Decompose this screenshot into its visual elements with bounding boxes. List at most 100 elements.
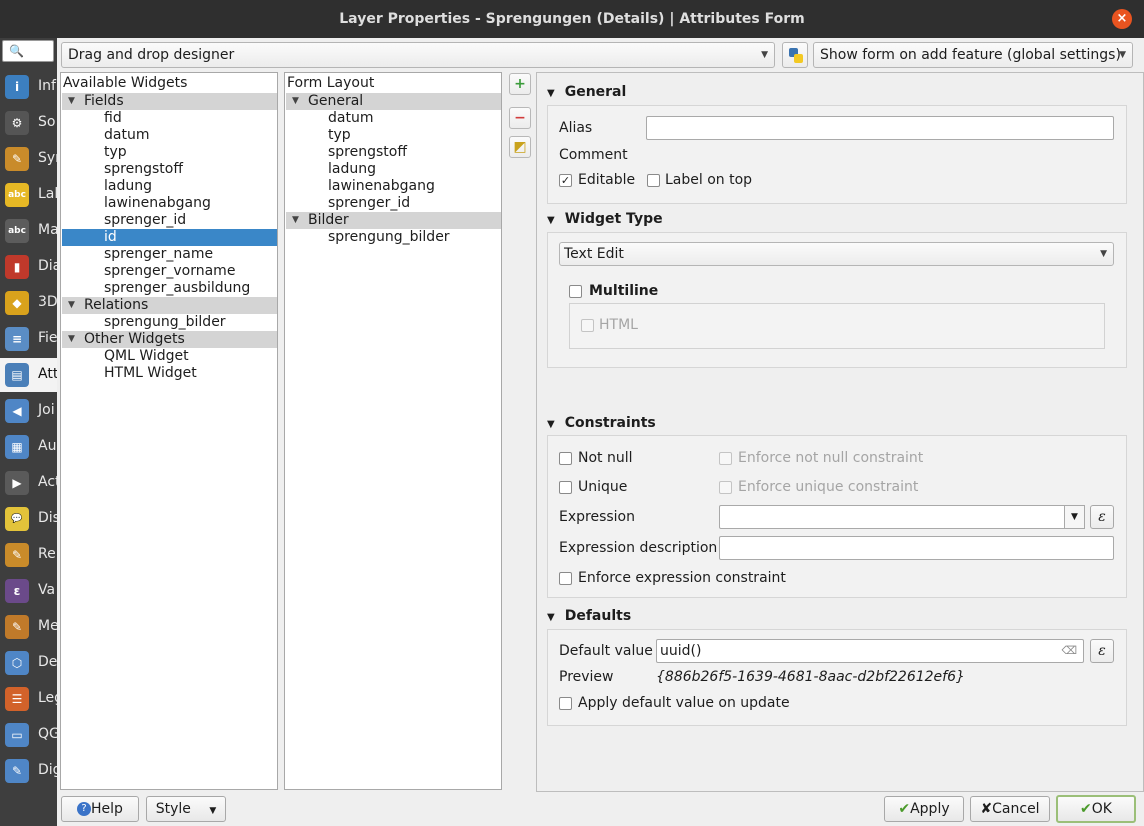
nav-label: Syr [38,150,57,166]
chevron-down-icon: ▼ [1119,50,1126,60]
tree-item[interactable]: HTML Widget [62,365,277,382]
widget-type-select[interactable]: Text Edit ▼ [559,242,1114,266]
unique-label: Unique [578,479,628,495]
enforce-expression-checkbox[interactable] [559,572,572,585]
enforce-unique-checkbox[interactable] [719,481,732,494]
field-config-pane: ▼ General Alias Comment ✓ Editable Label … [536,72,1144,792]
nav-item[interactable]: ✎ Syr [0,142,57,176]
nav-item[interactable]: ✎ Dig [0,754,57,788]
constraints-section-header[interactable]: ▼ Constraints [547,415,656,431]
nav-item[interactable]: ⚙ So [0,106,57,140]
nav-item[interactable]: ε Va [0,574,57,608]
tree-item[interactable]: sprenger_ausbildung [62,280,277,297]
ok-button[interactable]: ✔OK [1056,795,1136,823]
html-checkbox[interactable] [581,319,594,332]
apply-on-update-label: Apply default value on update [578,695,790,711]
tree-item[interactable]: lawinenabgang [286,178,501,195]
tree-item[interactable]: sprengung_bilder [62,314,277,331]
apply-button[interactable]: ✔Apply [884,796,964,822]
nav-item[interactable]: abc Ma [0,214,57,248]
alias-input[interactable] [646,116,1114,140]
cancel-button[interactable]: ✘Cancel [970,796,1050,822]
defaults-section-header[interactable]: ▼ Defaults [547,608,631,624]
tree-item[interactable]: sprenger_id [286,195,501,212]
tree-group[interactable]: ▼ Other Widgets [62,331,277,348]
invert-selection-button[interactable]: ◩ [509,136,531,158]
tree-item[interactable]: ladung [286,161,501,178]
nav-item[interactable]: ✎ Re [0,538,57,572]
tree-group[interactable]: ▼ Fields [62,93,277,110]
tree-item[interactable]: sprengstoff [286,144,501,161]
tree-item[interactable]: QML Widget [62,348,277,365]
tree-item[interactable]: sprengung_bilder [286,229,501,246]
tree-item[interactable]: fid [62,110,277,127]
nav-label: Act [38,474,57,490]
python-init-button[interactable] [782,42,808,68]
nav-item[interactable]: ▶ Act [0,466,57,500]
nav-item[interactable]: abc Lal [0,178,57,212]
general-section-header[interactable]: ▼ General [547,84,626,100]
tree-item[interactable]: sprenger_name [62,246,277,263]
nav-icon: ✎ [5,615,29,639]
help-button[interactable]: ? Help [61,796,139,822]
invert-icon: ◩ [513,139,527,155]
nav-item[interactable]: ▤ Att [0,358,57,392]
collapse-icon: ▼ [547,612,555,623]
enforce-not-null-checkbox[interactable] [719,452,732,465]
tree-group[interactable]: ▼ Bilder [286,212,501,229]
tree-item[interactable]: typ [62,144,277,161]
label-on-top-checkbox[interactable] [647,174,660,187]
default-value-text: uuid() [660,643,702,659]
default-value-input[interactable]: uuid() ⌫ [656,639,1084,663]
tree-group[interactable]: ▼ General [286,93,501,110]
unique-checkbox[interactable] [559,481,572,494]
expression-dropdown-button[interactable]: ▼ [1064,505,1085,529]
tree-item[interactable]: ladung [62,178,277,195]
nav-item[interactable]: 💬 Dis [0,502,57,536]
nav-label: Va [38,582,56,598]
expression-description-input[interactable] [719,536,1114,560]
nav-item[interactable]: ▦ Au [0,430,57,464]
nav-item[interactable]: i Inf [0,70,57,104]
nav-item[interactable]: ✎ Me [0,610,57,644]
designer-mode-select[interactable]: Drag and drop designer ▼ [61,42,775,68]
nav-label: De [38,654,57,670]
tree-group[interactable]: ▼ Relations [62,297,277,314]
nav-icon: ⚙ [5,111,29,135]
tree-item[interactable]: sprenger_vorname [62,263,277,280]
multiline-checkbox[interactable] [569,285,582,298]
tree-item[interactable]: sprengstoff [62,161,277,178]
nav-item[interactable]: ◀ Joi [0,394,57,428]
widget-type-value: Text Edit [564,246,624,262]
nav-item[interactable]: ▮ Dia [0,250,57,284]
expression-builder-button[interactable]: ε [1090,505,1114,529]
style-button[interactable]: Style ▼ [146,796,226,822]
nav-item[interactable]: ⬡ De [0,646,57,680]
tree-item[interactable]: id [62,229,277,246]
tree-item[interactable]: datum [286,110,501,127]
form-suppress-select[interactable]: Show form on add feature (global setting… [813,42,1133,68]
remove-item-button[interactable]: − [509,107,531,129]
nav-item[interactable]: ▭ QG [0,718,57,752]
tree-item[interactable]: lawinenabgang [62,195,277,212]
default-expression-button[interactable]: ε [1090,639,1114,663]
tree-item[interactable]: datum [62,127,277,144]
not-null-checkbox[interactable] [559,452,572,465]
add-container-button[interactable]: + [509,73,531,95]
widget-type-section-header[interactable]: ▼ Widget Type [547,211,663,227]
clear-icon[interactable]: ⌫ [1061,640,1077,662]
expression-input[interactable] [719,505,1085,529]
chevron-down-icon: ▼ [761,50,768,60]
nav-item[interactable]: ≡ Fie [0,322,57,356]
tree-item[interactable]: typ [286,127,501,144]
nav-item[interactable]: ◆ 3D [0,286,57,320]
apply-on-update-checkbox[interactable] [559,697,572,710]
editable-checkbox[interactable]: ✓ [559,174,572,187]
tree-item[interactable]: sprenger_id [62,212,277,229]
nav-icon: ☰ [5,687,29,711]
close-icon[interactable]: × [1112,9,1132,29]
nav-item[interactable]: ☰ Leg [0,682,57,716]
nav-search-input[interactable]: 🔍 [2,40,54,62]
chevron-down-icon: ▼ [292,215,299,225]
tree-item-label: HTML Widget [104,365,197,381]
